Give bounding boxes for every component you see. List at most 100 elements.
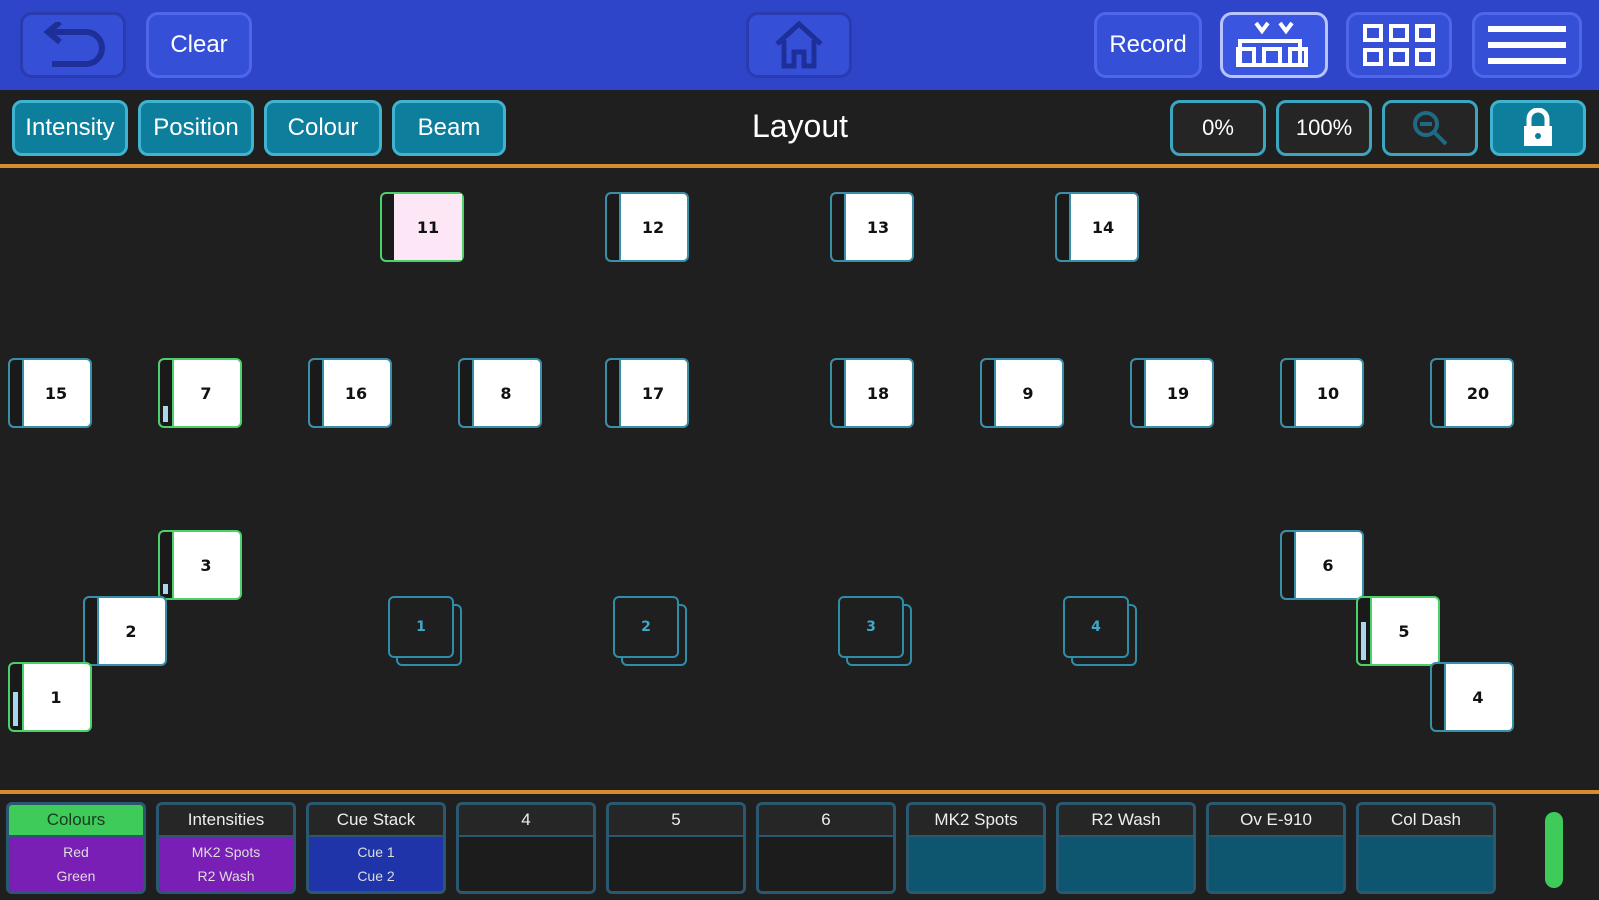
playback-title: Ov E-910: [1209, 805, 1343, 837]
playback-title: Colours: [9, 805, 143, 837]
group-tile[interactable]: 4: [1063, 596, 1137, 666]
fixture-number: 13: [866, 217, 890, 237]
fixture-layout: 11 12 13 14 15 7 16 8 17 18 9 19 10 20 3…: [0, 168, 1599, 788]
playback-line: Green: [56, 868, 96, 884]
intensity-button[interactable]: Intensity: [12, 100, 128, 156]
group-number: 4: [1063, 596, 1129, 658]
playback-title: Intensities: [159, 805, 293, 837]
playback-5[interactable]: 5: [606, 802, 746, 894]
playback-title: Col Dash: [1359, 805, 1493, 837]
playback-intensities[interactable]: Intensities MK2 Spots R2 Wash: [156, 802, 296, 894]
group-tile[interactable]: 3: [838, 596, 912, 666]
group-number: 1: [388, 596, 454, 658]
clear-button[interactable]: Clear: [146, 12, 252, 78]
fixture-tile[interactable]: 14: [1055, 192, 1139, 262]
playback-col-dash[interactable]: Col Dash: [1356, 802, 1496, 894]
fixture-tile[interactable]: 6: [1280, 530, 1364, 600]
zoom-button[interactable]: [1382, 100, 1478, 156]
playback-4[interactable]: 4: [456, 802, 596, 894]
playback-title: 6: [759, 805, 893, 837]
playback-r2-wash[interactable]: R2 Wash: [1056, 802, 1196, 894]
beam-button[interactable]: Beam: [392, 100, 506, 156]
fixture-number: 10: [1316, 383, 1340, 403]
playback-line: Cue 1: [357, 844, 395, 860]
playback-title: R2 Wash: [1059, 805, 1193, 837]
lock-icon: [1524, 108, 1552, 146]
colour-button[interactable]: Colour: [264, 100, 382, 156]
fixture-number: 15: [44, 383, 68, 403]
fixture-tile[interactable]: 9: [980, 358, 1064, 428]
zoom-out-icon: [1413, 111, 1448, 146]
playback-title: Cue Stack: [309, 805, 443, 837]
fixture-number: 16: [344, 383, 368, 403]
level-indicator: [13, 692, 18, 726]
fader-bank-icon: [1236, 21, 1308, 67]
fixture-number: 6: [1322, 555, 1334, 575]
fixture-number: 19: [1166, 383, 1190, 403]
position-button[interactable]: Position: [138, 100, 254, 156]
record-button[interactable]: Record: [1094, 12, 1202, 78]
level-indicator: [1361, 622, 1366, 660]
level-full-button[interactable]: 100%: [1276, 100, 1372, 156]
group-tile[interactable]: 2: [613, 596, 687, 666]
fixture-number: 4: [1472, 687, 1484, 707]
playback-title: 4: [459, 805, 593, 837]
home-icon: [775, 20, 823, 69]
fixture-tile[interactable]: 16: [308, 358, 392, 428]
fixture-number: 7: [200, 383, 212, 403]
menu-icon: [1488, 26, 1566, 64]
fixture-number: 14: [1091, 217, 1115, 237]
fader-bank-button[interactable]: [1220, 12, 1328, 78]
playback-ov-e910[interactable]: Ov E-910: [1206, 802, 1346, 894]
fixture-number: 18: [866, 383, 890, 403]
group-number: 3: [838, 596, 904, 658]
fixture-tile[interactable]: 5: [1356, 596, 1440, 666]
fixture-number: 17: [641, 383, 665, 403]
fixture-number: 20: [1466, 383, 1490, 403]
fixture-tile[interactable]: 4: [1430, 662, 1514, 732]
fixture-tile[interactable]: 8: [458, 358, 542, 428]
level-indicator: [163, 406, 168, 422]
playback-scrollbar[interactable]: [1545, 812, 1563, 888]
fixture-number: 2: [125, 621, 137, 641]
fixture-tile[interactable]: 10: [1280, 358, 1364, 428]
group-number: 2: [613, 596, 679, 658]
playback-line: MK2 Spots: [191, 844, 261, 860]
playback-cue-stack[interactable]: Cue Stack Cue 1 Cue 2: [306, 802, 446, 894]
playback-mk2-spots[interactable]: MK2 Spots: [906, 802, 1046, 894]
fixture-tile[interactable]: 2: [83, 596, 167, 666]
fixture-number: 12: [641, 217, 665, 237]
fixture-tile[interactable]: 12: [605, 192, 689, 262]
fixture-tile[interactable]: 18: [830, 358, 914, 428]
home-button[interactable]: [746, 12, 852, 78]
playback-line: Cue 2: [357, 868, 395, 884]
fixture-tile[interactable]: 17: [605, 358, 689, 428]
lock-button[interactable]: [1490, 100, 1586, 156]
grid-icon: [1363, 24, 1435, 66]
page-title: Layout: [751, 108, 849, 144]
playback-title: 5: [609, 805, 743, 837]
back-arrow-icon: [43, 22, 105, 67]
fixture-number: 5: [1398, 621, 1410, 641]
divider-bottom: [0, 790, 1599, 794]
menu-button[interactable]: [1472, 12, 1582, 78]
grid-view-button[interactable]: [1346, 12, 1452, 78]
fixture-number: 9: [1022, 383, 1034, 403]
fixture-tile[interactable]: 19: [1130, 358, 1214, 428]
level-indicator: [163, 584, 168, 594]
fixture-tile[interactable]: 1: [8, 662, 92, 732]
level-zero-button[interactable]: 0%: [1170, 100, 1266, 156]
playback-line: Red: [63, 844, 89, 860]
fixture-tile[interactable]: 11: [380, 192, 464, 262]
back-button[interactable]: [20, 12, 126, 78]
group-tile[interactable]: 1: [388, 596, 462, 666]
fixture-tile[interactable]: 3: [158, 530, 242, 600]
fixture-tile[interactable]: 7: [158, 358, 242, 428]
playback-6[interactable]: 6: [756, 802, 896, 894]
fixture-number: 11: [394, 194, 462, 260]
fixture-tile[interactable]: 13: [830, 192, 914, 262]
playback-colours[interactable]: Colours Red Green: [6, 802, 146, 894]
fixture-tile[interactable]: 15: [8, 358, 92, 428]
fixture-number: 8: [500, 383, 512, 403]
fixture-tile[interactable]: 20: [1430, 358, 1514, 428]
